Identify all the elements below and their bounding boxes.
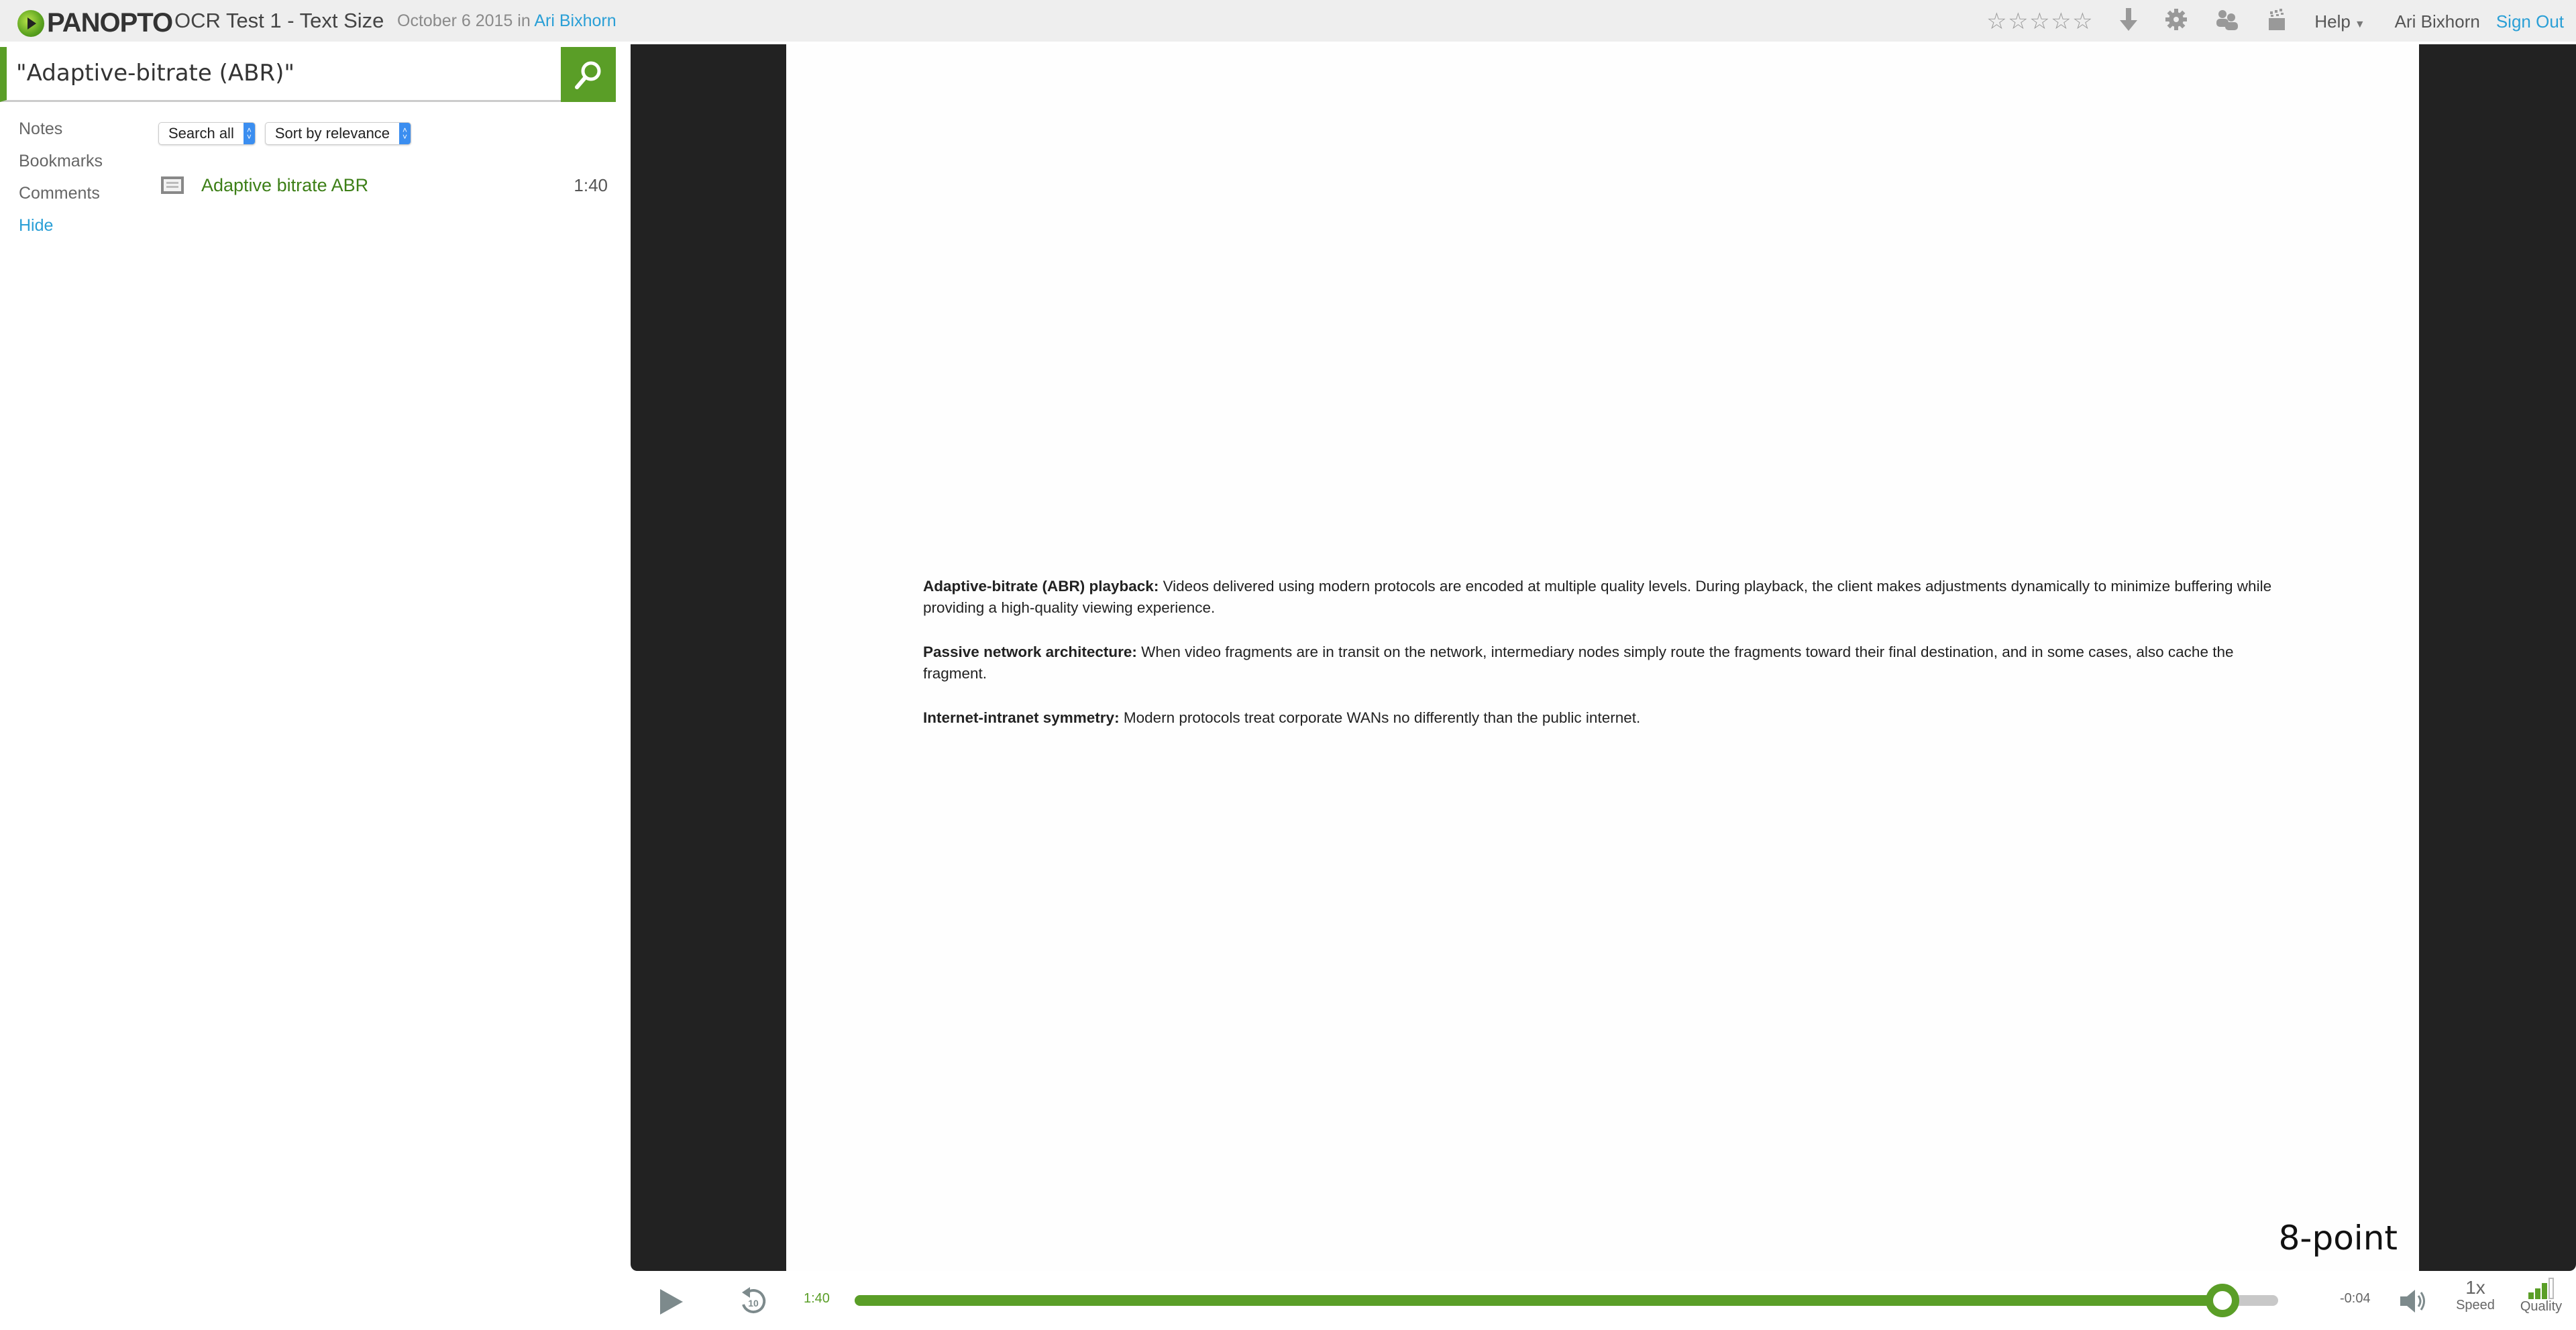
user-name: Ari Bixhorn xyxy=(2394,11,2480,32)
quality-bar xyxy=(2528,1292,2534,1299)
svg-text:10: 10 xyxy=(748,1298,759,1309)
select-arrows-icon: ˄ ˅ xyxy=(243,123,255,144)
quality-bars-icon xyxy=(2516,1276,2567,1299)
volume-icon[interactable] xyxy=(2398,1286,2428,1317)
slide-paragraph: Passive network architecture: When video… xyxy=(923,642,2298,684)
star-icon[interactable]: ☆ xyxy=(2029,10,2050,33)
session-meta: October 6 2015 in Ari Bixhorn xyxy=(397,11,616,31)
quality-bar xyxy=(2535,1288,2540,1299)
search-filters: Search all ˄ ˅ Sort by relevance ˄ ˅ xyxy=(158,122,421,145)
slide-term: Passive network architecture: xyxy=(923,644,1137,660)
slide-term: Adaptive-bitrate (ABR) playback: xyxy=(923,578,1159,595)
quality-button[interactable]: Quality xyxy=(2516,1276,2567,1315)
slide-content: Adaptive-bitrate (ABR) playback: Videos … xyxy=(786,44,2419,1271)
session-date: October 6 2015 xyxy=(397,11,513,30)
seek-handle[interactable] xyxy=(2206,1284,2240,1317)
search-button[interactable] xyxy=(561,47,616,102)
hide-sidebar-link[interactable]: Hide xyxy=(19,216,103,235)
search-input[interactable] xyxy=(16,47,553,99)
sidebar-item-bookmarks[interactable]: Bookmarks xyxy=(19,152,103,170)
help-menu[interactable]: Help ▼ xyxy=(2314,11,2365,32)
download-icon[interactable] xyxy=(2120,8,2138,35)
slide-text: Adaptive-bitrate (ABR) playback: Videos … xyxy=(923,576,2298,752)
sidebar-item-notes[interactable]: Notes xyxy=(19,119,103,138)
seek-bar[interactable] xyxy=(855,1284,2278,1317)
result-title[interactable]: Adaptive bitrate ABR xyxy=(201,175,574,196)
sign-out-link[interactable]: Sign Out xyxy=(2496,11,2564,32)
video-player-area[interactable]: Adaptive-bitrate (ABR) playback: Videos … xyxy=(631,44,2576,1271)
rewind-10-icon[interactable]: 10 xyxy=(738,1286,769,1317)
in-label: in xyxy=(517,11,531,30)
star-icon[interactable]: ☆ xyxy=(2072,10,2093,33)
slide-paragraph: Adaptive-bitrate (ABR) playback: Videos … xyxy=(923,576,2298,619)
sort-select[interactable]: Sort by relevance ˄ ˅ xyxy=(264,122,412,145)
search-scope-select[interactable]: Search all ˄ ˅ xyxy=(158,122,256,145)
current-time: 1:40 xyxy=(804,1291,830,1306)
slide-icon xyxy=(161,176,184,194)
seek-bar-fill xyxy=(855,1295,2223,1306)
people-icon[interactable] xyxy=(2215,9,2239,34)
remaining-time: -0:04 xyxy=(2340,1291,2371,1306)
sidebar: Notes Bookmarks Comments Hide Search all… xyxy=(0,44,631,1330)
help-label: Help xyxy=(2314,11,2351,32)
star-icon[interactable]: ☆ xyxy=(2050,10,2072,33)
player-controls: 10 1:40 -0:04 1x Speed Quality xyxy=(631,1271,2576,1330)
author-link[interactable]: Ari Bixhorn xyxy=(534,11,616,30)
quality-label: Quality xyxy=(2520,1299,2563,1314)
star-icon[interactable]: ☆ xyxy=(1986,10,2007,33)
panopto-logo-icon xyxy=(17,9,44,37)
slide-term: Internet-intranet symmetry: xyxy=(923,709,1120,726)
search-icon xyxy=(575,61,601,89)
speed-value: 1x xyxy=(2465,1277,2485,1298)
result-time: 1:40 xyxy=(574,174,608,195)
slide-paragraph: Internet-intranet symmetry: Modern proto… xyxy=(923,707,2298,729)
gear-icon[interactable] xyxy=(2165,9,2188,34)
clapperboard-icon[interactable] xyxy=(2267,9,2286,34)
sort-value: Sort by relevance xyxy=(274,125,390,142)
search-result-item[interactable]: Adaptive bitrate ABR 1:40 xyxy=(161,172,608,199)
quality-bar xyxy=(2548,1278,2554,1299)
play-icon[interactable] xyxy=(660,1289,683,1315)
quality-bar xyxy=(2542,1283,2547,1299)
slide-body: Modern protocols treat corporate WANs no… xyxy=(1119,709,1641,726)
search-scope-value: Search all xyxy=(168,125,234,142)
speed-label: Speed xyxy=(2456,1298,2495,1313)
slide-label: 8-point xyxy=(2278,1219,2398,1258)
star-rating: ☆ ☆ ☆ ☆ ☆ xyxy=(1986,10,2093,33)
caret-down-icon: ▼ xyxy=(2354,18,2365,30)
sidebar-nav: Notes Bookmarks Comments Hide xyxy=(19,119,103,248)
search-box xyxy=(0,47,616,102)
top-header: PANOPTO OCR Test 1 - Text Size October 6… xyxy=(0,0,2576,43)
select-arrows-icon: ˄ ˅ xyxy=(399,123,411,144)
star-icon[interactable]: ☆ xyxy=(2007,10,2029,33)
speed-button[interactable]: 1x Speed xyxy=(2455,1278,2496,1313)
session-title: OCR Test 1 - Text Size xyxy=(174,9,384,32)
logo-text: PANOPTO xyxy=(47,8,173,38)
sidebar-item-comments[interactable]: Comments xyxy=(19,184,103,203)
panopto-logo[interactable]: PANOPTO xyxy=(17,8,173,38)
